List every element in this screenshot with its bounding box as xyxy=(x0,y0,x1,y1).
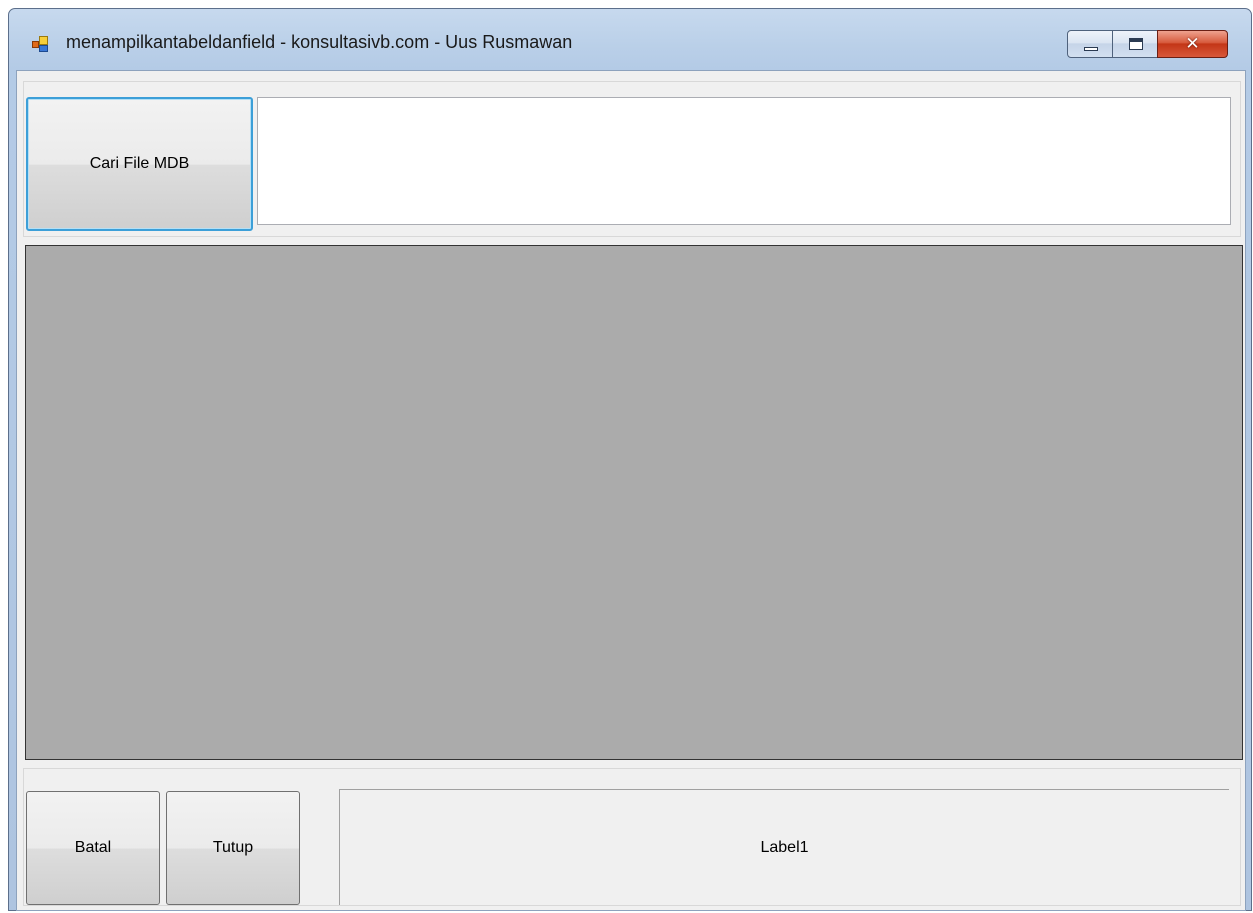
cancel-button[interactable]: Batal xyxy=(26,791,160,905)
close-icon: ✕ xyxy=(1185,34,1200,54)
data-grid-view[interactable] xyxy=(25,245,1243,760)
form-client-area: Cari File MDB Batal Tutup Label1 xyxy=(16,70,1246,911)
browse-mdb-button[interactable]: Cari File MDB xyxy=(26,97,253,231)
maximize-button[interactable] xyxy=(1112,30,1158,58)
app-window: menampilkantabeldanfield - konsultasivb.… xyxy=(8,8,1252,911)
minimize-button[interactable] xyxy=(1067,30,1113,58)
window-title: menampilkantabeldanfield - konsultasivb.… xyxy=(66,32,573,52)
maximize-icon xyxy=(1129,38,1143,50)
status-label: Label1 xyxy=(339,789,1229,905)
app-form-icon xyxy=(32,36,48,52)
title-bar[interactable]: menampilkantabeldanfield - konsultasivb.… xyxy=(9,9,1251,71)
minimize-icon xyxy=(1084,47,1098,51)
close-window-button[interactable]: ✕ xyxy=(1157,30,1228,58)
file-path-textbox[interactable] xyxy=(257,97,1231,225)
close-button[interactable]: Tutup xyxy=(166,791,300,905)
